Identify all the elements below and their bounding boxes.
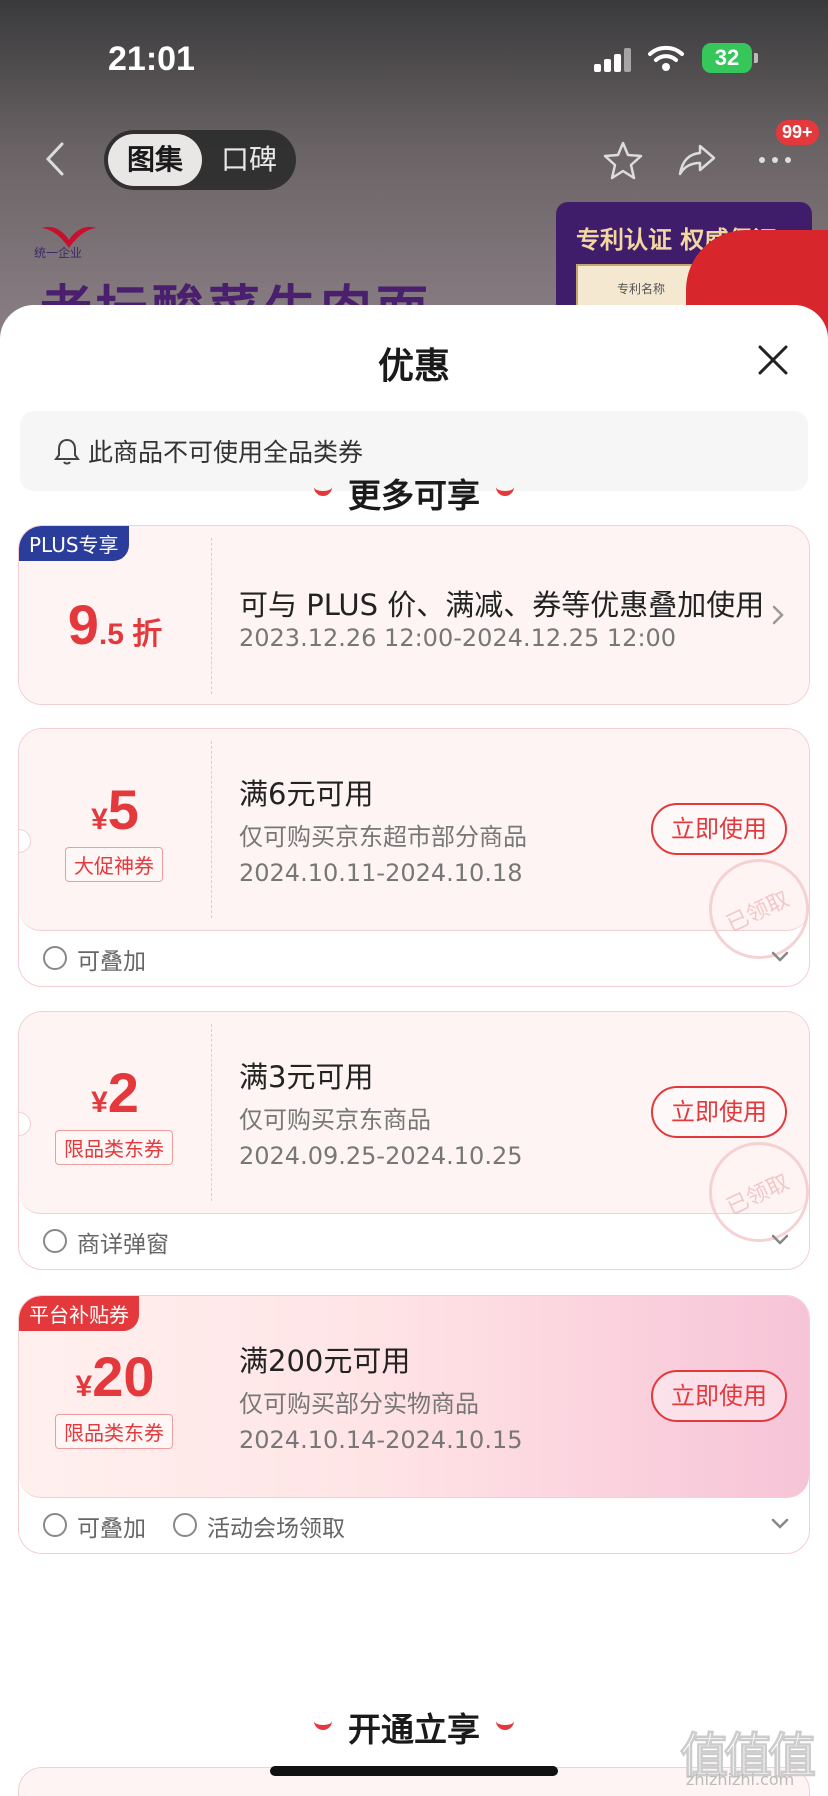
notification-badge: 99+ — [776, 120, 819, 145]
coupon-divider — [211, 741, 212, 918]
signal-icon — [594, 48, 632, 72]
use-now-button[interactable]: 立即使用 — [651, 1086, 787, 1138]
platform-subsidy-badge: 平台补贴券 — [19, 1296, 139, 1331]
stack-icon — [43, 946, 67, 970]
chevron-down-icon[interactable] — [771, 1234, 789, 1246]
coupon-body: ¥2 限品类东券 满3元可用 仅可购买京东商品 2024.09.25-2024.… — [19, 1012, 809, 1242]
coupon-2: ¥2 限品类东券 满3元可用 仅可购买京东商品 2024.09.25-2024.… — [18, 1011, 810, 1270]
coupon-amount: ¥2 — [91, 1061, 139, 1124]
venue-icon — [173, 1513, 197, 1537]
tab-gallery[interactable]: 图集 — [108, 134, 202, 186]
footer-label: 可叠加 — [77, 1516, 146, 1542]
coupon-tag: 大促神券 — [65, 847, 163, 882]
notice-text: 此商品不可使用全品类券 — [88, 438, 364, 467]
star-icon[interactable] — [602, 140, 644, 180]
swoosh-icon — [496, 1721, 514, 1730]
coupon-body: PLUS专享 9.5 折 可与 PLUS 价、满减、券等优惠叠加使用 2023.… — [19, 526, 809, 704]
back-arrow-icon[interactable] — [40, 142, 70, 176]
swoosh-icon — [496, 487, 514, 496]
swoosh-icon — [314, 487, 332, 496]
chevron-down-icon[interactable] — [771, 951, 789, 963]
plus-badge: PLUS专享 — [19, 526, 129, 561]
close-icon[interactable] — [756, 343, 790, 377]
coupon-description: 可与 PLUS 价、满减、券等优惠叠加使用 — [239, 588, 765, 622]
coupon-validity: 2023.12.26 12:00-2024.12.25 12:00 — [239, 624, 677, 652]
footer-label: 可叠加 — [77, 949, 146, 975]
status-bar: 21:01 32 — [0, 40, 828, 80]
bell-icon — [54, 438, 80, 465]
chevron-down-icon[interactable] — [771, 1518, 789, 1530]
gallery-segment-control: 图集 口碑 — [104, 130, 296, 190]
coupon-divider — [211, 538, 212, 694]
coupon-threshold: 满200元可用 — [239, 1344, 411, 1378]
top-navbar: 图集 口碑 99+ — [0, 120, 828, 192]
popup-icon — [43, 1229, 67, 1253]
coupon-amount: ¥20 — [75, 1345, 155, 1408]
sheet-title: 优惠 — [377, 346, 450, 387]
coupon-validity: 2024.09.25-2024.10.25 — [239, 1142, 523, 1170]
share-icon[interactable] — [676, 140, 718, 180]
coupon-threshold: 满6元可用 — [239, 777, 374, 811]
tab-reviews[interactable]: 口碑 — [206, 134, 292, 186]
coupon-scope: 仅可购买京东商品 — [239, 1106, 431, 1134]
coupon-tag: 限品类东券 — [55, 1414, 173, 1449]
footer-label: 活动会场领取 — [207, 1516, 345, 1542]
battery-cap — [754, 53, 758, 63]
swoosh-icon — [314, 1721, 332, 1730]
stack-icon — [43, 1513, 67, 1537]
wifi-icon — [648, 45, 684, 71]
coupon-threshold: 满3元可用 — [239, 1060, 374, 1094]
footer-label: 商详弹窗 — [77, 1232, 169, 1258]
coupon-plus[interactable]: PLUS专享 9.5 折 可与 PLUS 价、满减、券等优惠叠加使用 2023.… — [18, 525, 810, 705]
use-now-button[interactable]: 立即使用 — [651, 1370, 787, 1422]
coupon-divider — [211, 1024, 212, 1201]
coupon-scope: 仅可购买京东超市部分商品 — [239, 823, 527, 851]
discount-value: 9.5 折 — [67, 593, 163, 656]
use-now-button[interactable]: 立即使用 — [651, 803, 787, 855]
status-time: 21:01 — [108, 40, 195, 78]
coupon-body: ¥5 大促神券 满6元可用 仅可购买京东超市部分商品 2024.10.11-20… — [19, 729, 809, 959]
section-more-title: 更多可享 — [0, 469, 828, 517]
coupon-amount: ¥5 — [91, 778, 139, 841]
chevron-right-icon[interactable] — [771, 604, 785, 626]
coupon-footer[interactable]: 可叠加 — [19, 931, 809, 985]
coupon-body: 平台补贴券 ¥20 限品类东券 满200元可用 仅可购买部分实物商品 2024.… — [19, 1296, 809, 1498]
coupon-tag: 限品类东券 — [55, 1130, 173, 1165]
brand-name: 统一企业 — [34, 246, 83, 260]
coupon-footer[interactable]: 可叠加 活动会场领取 — [19, 1498, 809, 1552]
offers-sheet: 优惠 此商品不可使用全品类券 更多可享 PLUS专享 9.5 折 可与 PLUS… — [0, 305, 828, 1796]
battery-indicator: 32 — [702, 43, 752, 73]
coupon-footer[interactable]: 商详弹窗 — [19, 1214, 809, 1268]
coupon-scope: 仅可购买部分实物商品 — [239, 1390, 479, 1418]
watermark-url: zhizhizhi.com — [686, 1770, 795, 1789]
coupon-5: ¥5 大促神券 满6元可用 仅可购买京东超市部分商品 2024.10.11-20… — [18, 728, 810, 987]
home-indicator[interactable] — [270, 1766, 558, 1776]
coupon-validity: 2024.10.11-2024.10.18 — [239, 859, 523, 887]
more-icon[interactable] — [754, 140, 796, 180]
coupon-20: 平台补贴券 ¥20 限品类东券 满200元可用 仅可购买部分实物商品 2024.… — [18, 1295, 810, 1554]
coupon-validity: 2024.10.14-2024.10.15 — [239, 1426, 523, 1454]
